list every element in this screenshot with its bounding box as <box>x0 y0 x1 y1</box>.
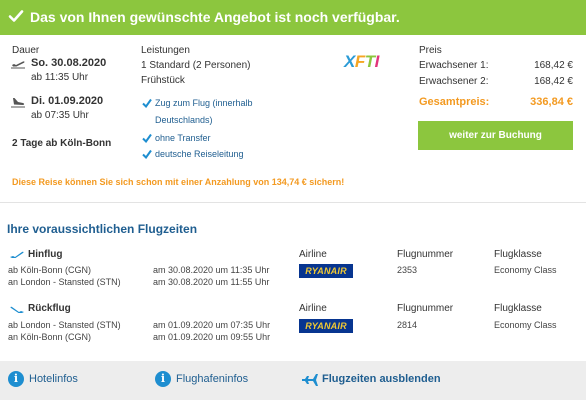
return-flight-class: Economy Class <box>494 320 557 330</box>
hotel-info-link[interactable]: Hotelinfos <box>29 373 78 385</box>
return-to: an Köln-Bonn (CGN) <box>8 332 92 342</box>
return-flight-number: 2814 <box>397 320 418 330</box>
preis-label: Preis <box>419 45 442 56</box>
outbound-leg-label: Hinflug <box>28 249 63 260</box>
outbound-from: ab Köln-Bonn (CGN) <box>8 265 92 275</box>
total-price-value: 336,84 € <box>530 96 573 108</box>
return-date: Di. 01.09.2020 <box>31 95 104 107</box>
outbound-to: an London - Stansted (STN) <box>8 277 121 287</box>
plane-departure-icon <box>11 61 25 69</box>
airline-header: Airline <box>299 249 327 260</box>
availability-banner: Das von Ihnen gewünschte Angebot ist noc… <box>0 0 586 35</box>
outbound-time: ab 11:35 Uhr <box>31 72 89 83</box>
return-departure: am 01.09.2020 um 07:35 Uhr <box>153 320 271 330</box>
outbound-arrival: am 30.08.2020 um 11:55 Uhr <box>153 277 270 287</box>
return-time: ab 07:35 Uhr <box>31 110 89 121</box>
continue-booking-button[interactable]: weiter zur Buchung <box>418 121 573 150</box>
plane-arrival-icon <box>11 98 25 108</box>
flight-times-title: Ihre voraussichtlichen Flugzeiten <box>7 222 198 236</box>
board-type: Frühstück <box>141 75 185 86</box>
feature-guide: deutsche Reiseleitung <box>155 149 244 159</box>
outbound-departure: am 30.08.2020 um 11:35 Uhr <box>153 265 270 275</box>
total-price-label: Gesamtpreis: <box>419 96 490 108</box>
price-row-value: 168,42 € <box>534 76 573 87</box>
plane-return-icon <box>10 306 24 313</box>
checkmark-icon <box>8 10 24 22</box>
ryanair-logo: RYANAIR <box>299 319 353 333</box>
feature-transfer: ohne Transfer <box>155 133 211 143</box>
info-icon[interactable]: i <box>8 371 24 387</box>
plane-icon[interactable] <box>301 373 319 387</box>
return-leg-label: Rückflug <box>28 303 71 314</box>
return-from: ab London - Stansted (STN) <box>8 320 121 330</box>
price-row-label: Erwachsener 2: <box>419 76 489 87</box>
price-row-label: Erwachsener 1: <box>419 60 489 71</box>
outbound-flight-class: Economy Class <box>494 265 557 275</box>
check-icon <box>142 133 152 143</box>
feature-train-line2: Deutschlands) <box>155 115 213 125</box>
plane-departure-icon <box>10 251 24 258</box>
flight-number-header: Flugnummer <box>397 303 454 314</box>
price-row-value: 168,42 € <box>534 60 573 71</box>
operator-logo: XFTI <box>344 52 379 71</box>
flight-number-header: Flugnummer <box>397 249 454 260</box>
outbound-flight-number: 2353 <box>397 265 418 275</box>
section-divider <box>0 202 586 203</box>
flight-class-header: Flugklasse <box>494 303 542 314</box>
info-icon[interactable]: i <box>155 371 171 387</box>
banner-text: Das von Ihnen gewünschte Angebot ist noc… <box>30 9 400 25</box>
airline-header: Airline <box>299 303 327 314</box>
check-icon <box>142 98 152 108</box>
ryanair-logo: RYANAIR <box>299 264 353 278</box>
check-icon <box>142 149 152 159</box>
room-type: 1 Standard (2 Personen) <box>141 60 251 71</box>
hide-flight-times-link[interactable]: Flugzeiten ausblenden <box>322 373 441 385</box>
feature-train-line1: Zug zum Flug (innerhalb <box>155 98 253 108</box>
dauer-label: Dauer <box>12 45 40 56</box>
return-arrival: am 01.09.2020 um 09:55 Uhr <box>153 332 271 342</box>
footer-bar: i Hotelinfos i Flughafeninfos Flugzeiten… <box>0 361 586 400</box>
flight-class-header: Flugklasse <box>494 249 542 260</box>
deposit-note: Diese Reise können Sie sich schon mit ei… <box>12 177 345 187</box>
trip-summary: 2 Tage ab Köln-Bonn <box>12 138 112 149</box>
outbound-date: So. 30.08.2020 <box>31 57 107 69</box>
leistungen-label: Leistungen <box>141 45 190 56</box>
airport-info-link[interactable]: Flughafeninfos <box>176 373 248 385</box>
